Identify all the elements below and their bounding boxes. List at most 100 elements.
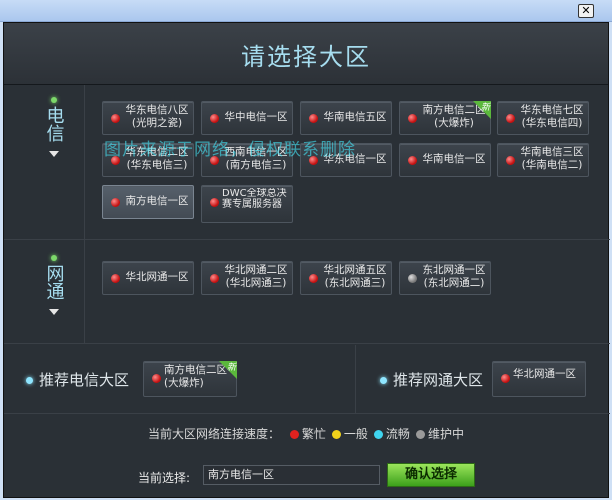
- page-title: 请选择大区: [241, 43, 371, 71]
- server-name-line1: DWC全球总决赛专属服务器: [222, 188, 287, 210]
- status-busy-icon: [506, 156, 515, 165]
- server-name: 华东电信二区 (华东电信三): [123, 146, 191, 172]
- status-busy-icon: [210, 114, 219, 123]
- server-name-line1: 南方电信一区: [125, 195, 189, 207]
- status-busy-icon: [309, 274, 318, 283]
- legend-item-label: 流畅: [385, 427, 410, 441]
- close-icon[interactable]: ✕: [578, 4, 594, 18]
- server-name: 华北网通一区: [123, 271, 191, 284]
- status-busy-icon: [111, 198, 120, 207]
- server-name: 华东电信七区 (华东电信四): [518, 104, 586, 130]
- new-badge: 新: [226, 363, 236, 373]
- server-name: 西南电信一区 (南方电信三): [222, 146, 290, 172]
- telecom-label: 电信: [43, 106, 65, 142]
- confirm-button[interactable]: 确认选择: [387, 463, 475, 487]
- server-name-line1: 华东电信七区: [520, 104, 584, 116]
- server-name-line2: (光明之瓷): [131, 117, 183, 129]
- server-name-line1: 东北网通一区: [422, 264, 486, 276]
- section-divider: [355, 345, 356, 413]
- server-name-line1: 华南电信三区: [520, 146, 584, 158]
- status-busy-icon: [111, 156, 120, 165]
- telecom-server-5[interactable]: 华东电信二区 (华东电信三): [102, 143, 194, 177]
- telecom-server-3[interactable]: 南方电信二区 (大爆炸) 新: [399, 101, 491, 135]
- legend-dot-icon: [373, 430, 383, 439]
- recommend-telecom-text: 推荐电信大区: [39, 371, 130, 389]
- server-name-line2: (东北网通三): [324, 277, 386, 289]
- server-name-line1: 华北网通一区: [513, 368, 576, 380]
- server-name: 华南电信一区: [420, 153, 488, 166]
- recommend-netcom-text: 推荐网通大区: [393, 371, 484, 389]
- telecom-server-11[interactable]: DWC全球总决赛专属服务器: [201, 185, 293, 223]
- server-name-line2: (华东电信三): [126, 159, 188, 171]
- current-selection-label: 当前选择:: [138, 471, 191, 485]
- indicator-dot-icon: [26, 377, 33, 384]
- server-name: 华北网通一区: [513, 368, 583, 381]
- server-name: 华东电信八区 (光明之瓷): [123, 104, 191, 130]
- server-name-line1: 西南电信一区: [224, 146, 288, 158]
- indicator-dot-icon: [51, 97, 57, 103]
- server-name: 华南电信五区: [321, 111, 389, 124]
- status-busy-icon: [111, 274, 120, 283]
- server-name-line1: 南方电信二区: [164, 364, 227, 376]
- server-name-line1: 华南电信五区: [323, 111, 387, 123]
- legend-item-label: 繁忙: [301, 427, 326, 441]
- recommend-netcom-label: 推荐网通大区: [380, 369, 483, 390]
- server-name-line2: (华南电信二): [521, 159, 583, 171]
- status-busy-icon: [152, 374, 161, 383]
- indicator-dot-icon: [51, 255, 57, 261]
- recommend-telecom-server[interactable]: 南方电信二区 (大爆炸) 新: [143, 361, 237, 397]
- telecom-server-8[interactable]: 华南电信一区: [399, 143, 491, 177]
- server-name-line2: (华北网通三): [225, 277, 287, 289]
- legend-item-label: 维护中: [427, 427, 464, 441]
- server-name-line1: 华东电信一区: [323, 153, 387, 165]
- status-busy-icon: [408, 114, 417, 123]
- chevron-down-icon: [49, 309, 59, 315]
- telecom-server-0[interactable]: 华东电信八区 (光明之瓷): [102, 101, 194, 135]
- legend-dot-icon: [331, 430, 341, 439]
- status-busy-icon: [210, 156, 219, 165]
- status-busy-icon: [309, 114, 318, 123]
- recommend-netcom-server[interactable]: 华北网通一区: [492, 361, 586, 397]
- section-divider: [4, 413, 610, 414]
- server-name: 华南电信三区 (华南电信二): [518, 146, 586, 172]
- telecom-server-7[interactable]: 华东电信一区: [300, 143, 392, 177]
- chevron-down-icon: [49, 151, 59, 157]
- status-busy-icon: [111, 114, 120, 123]
- server-name: 东北网通一区 (东北网通二): [420, 264, 488, 290]
- recommend-telecom-label: 推荐电信大区: [26, 369, 129, 390]
- server-name-line1: 华中电信一区: [224, 111, 288, 123]
- telecom-server-1[interactable]: 华中电信一区: [201, 101, 293, 135]
- server-name-line1: 华东电信二区: [125, 146, 189, 158]
- telecom-server-10[interactable]: 南方电信一区: [102, 185, 194, 219]
- header: 请选择大区: [4, 23, 608, 85]
- server-select-panel: 请选择大区 电信 华东电信八区 (光明之瓷) 华中电信一区 华南电信五区 南方电信二区(…: [3, 22, 610, 498]
- telecom-server-6[interactable]: 西南电信一区 (南方电信三): [201, 143, 293, 177]
- server-name-line2: (南方电信三): [225, 159, 287, 171]
- netcom-server-2[interactable]: 华北网通五区 (东北网通三): [300, 261, 392, 295]
- window-titlebar: ✕: [0, 0, 612, 22]
- netcom-server-1[interactable]: 华北网通二区 (华北网通三): [201, 261, 293, 295]
- indicator-dot-icon: [380, 377, 387, 384]
- network-speed-legend: 当前大区网络连接速度： 繁忙 一般 流畅 维护中: [4, 425, 608, 442]
- status-busy-icon: [506, 114, 515, 123]
- server-name: 南方电信一区: [123, 195, 191, 208]
- status-busy-icon: [309, 156, 318, 165]
- server-name-line1: 华北网通一区: [125, 271, 189, 283]
- netcom-server-3[interactable]: 东北网通一区 (东北网通二): [399, 261, 491, 295]
- status-busy-icon: [210, 198, 219, 207]
- section-divider: [4, 343, 610, 344]
- current-selection-field: 南方电信一区: [203, 465, 380, 485]
- telecom-server-2[interactable]: 华南电信五区: [300, 101, 392, 135]
- server-name-line1: 华东电信八区: [125, 104, 189, 116]
- legend-prefix: 当前大区网络连接速度：: [148, 427, 281, 441]
- netcom-server-0[interactable]: 华北网通一区: [102, 261, 194, 295]
- status-busy-icon: [408, 156, 417, 165]
- server-name-line2: (华东电信四): [521, 117, 583, 129]
- telecom-server-4[interactable]: 华东电信七区 (华东电信四): [497, 101, 589, 135]
- server-name-line1: 华北网通五区: [323, 264, 387, 276]
- server-name: 华东电信一区: [321, 153, 389, 166]
- netcom-section-label: 网通: [14, 255, 94, 315]
- server-name: DWC全球总决赛专属服务器: [222, 188, 290, 210]
- telecom-server-9[interactable]: 华南电信三区 (华南电信二): [497, 143, 589, 177]
- legend-item-label: 一般: [343, 427, 368, 441]
